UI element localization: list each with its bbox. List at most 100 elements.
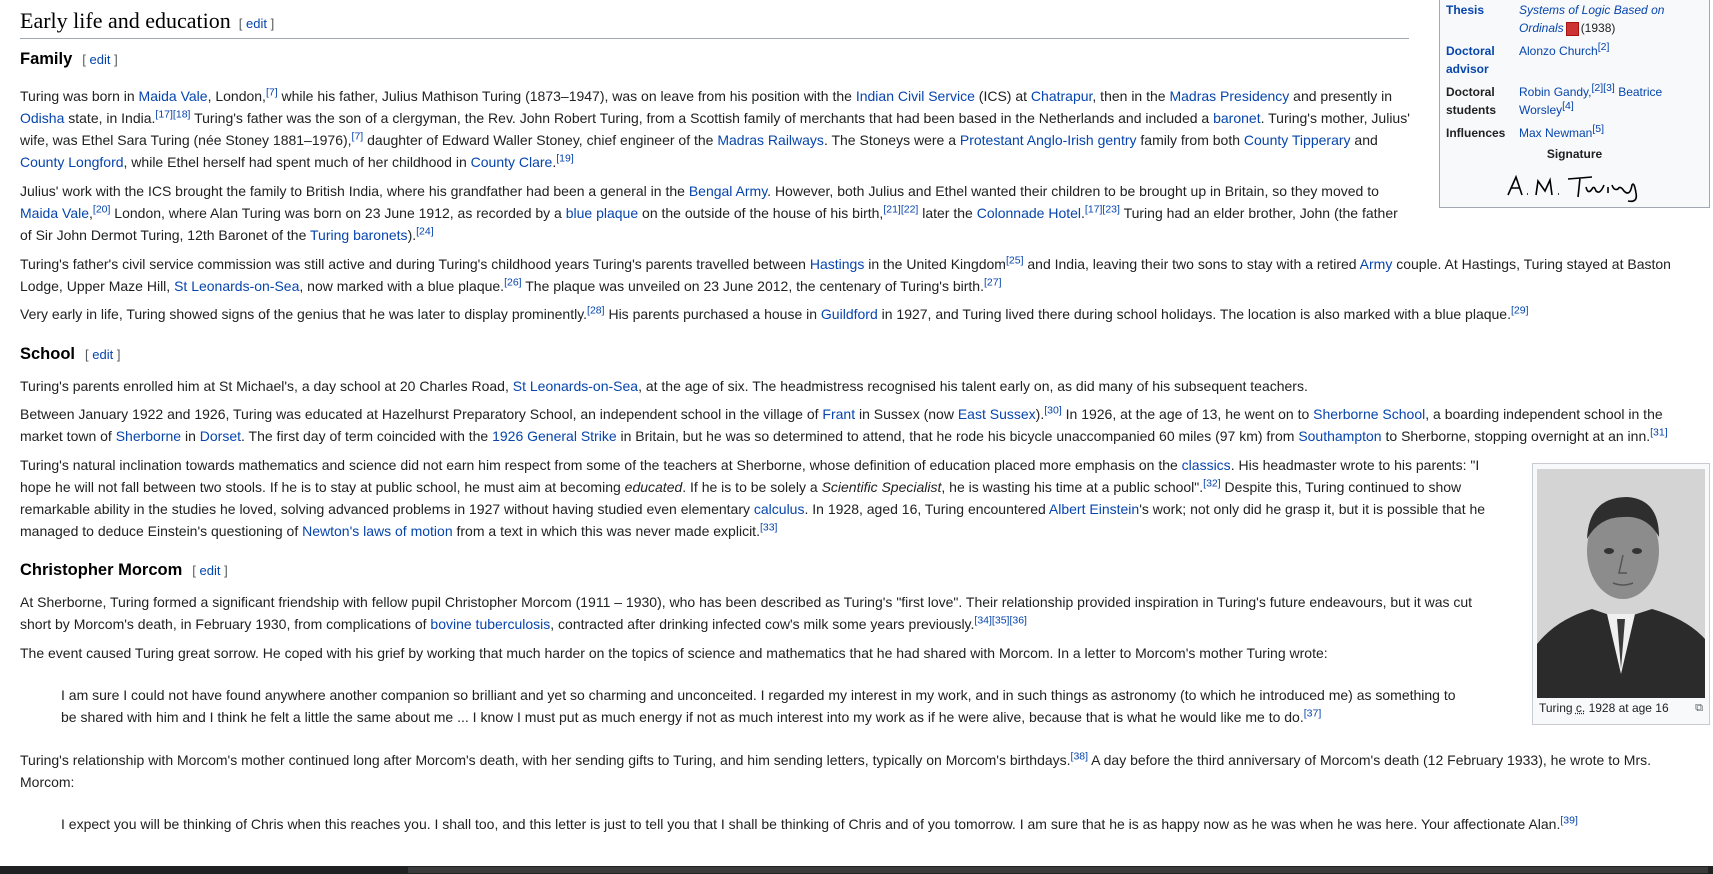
scrollbar-thumb[interactable] (408, 867, 1708, 873)
wiki-link[interactable]: baronet (1213, 110, 1260, 126)
citation-ref[interactable]: [24] (416, 225, 434, 237)
edit-school-link[interactable]: edit (92, 347, 113, 362)
infobox-influences-label: Influences (1446, 126, 1506, 140)
wiki-link[interactable]: Sherborne School (1313, 406, 1425, 422)
text-run: . The first day of term coincided with t… (241, 428, 493, 444)
wiki-link[interactable]: Maida Vale (139, 88, 208, 104)
citation-ref[interactable]: [34][35][36] (974, 614, 1027, 626)
text-run: from a text in which this was never made… (452, 523, 760, 539)
student-gandy-link[interactable]: Robin Gandy, (1519, 85, 1592, 99)
text-run: in 1927, and Turing lived there during s… (877, 306, 1511, 322)
citation-ref[interactable]: [38] (1071, 750, 1089, 762)
wiki-link[interactable]: Southampton (1298, 428, 1381, 444)
wiki-link[interactable]: Frant (822, 406, 855, 422)
portrait-image[interactable] (1537, 469, 1705, 698)
citation-ref[interactable]: [29] (1511, 304, 1529, 316)
text-run: daughter of Edward Waller Stoney, chief … (363, 132, 718, 148)
citation-ref[interactable]: [37] (1304, 707, 1322, 719)
advisor-ref[interactable]: [2] (1598, 41, 1610, 53)
wiki-link[interactable]: calculus (754, 501, 805, 517)
text-run: to Sherborne, stopping overnight at an i… (1381, 428, 1651, 444)
wiki-link[interactable]: St Leonards-on-Sea (174, 278, 299, 294)
wiki-link[interactable]: East Sussex (958, 406, 1036, 422)
school-paragraph-1: Turing's parents enrolled him at St Mich… (20, 375, 1700, 397)
citation-ref[interactable]: [27] (984, 276, 1002, 288)
wiki-link[interactable]: Odisha (20, 110, 64, 126)
wiki-link[interactable]: Dorset (200, 428, 241, 444)
citation-ref[interactable]: [28] (587, 304, 605, 316)
wiki-link[interactable]: Sherborne (116, 428, 181, 444)
wiki-link[interactable]: Army (1360, 256, 1393, 272)
citation-ref[interactable]: [30] (1044, 404, 1062, 416)
quote-1: I am sure I could not have found anywher… (61, 684, 1471, 728)
wiki-link[interactable]: County Clare (471, 154, 553, 170)
morcom-paragraph-1: At Sherborne, Turing formed a significan… (20, 591, 1500, 635)
horizontal-scrollbar[interactable] (0, 866, 1713, 874)
wiki-link[interactable]: Guildford (821, 306, 878, 322)
influence-link[interactable]: Max Newman (1519, 126, 1592, 140)
edit-family-link[interactable]: edit (90, 52, 111, 67)
citation-ref[interactable]: [31] (1650, 426, 1668, 438)
wiki-link[interactable]: Hastings (810, 256, 864, 272)
citation-ref[interactable]: [26] (504, 276, 522, 288)
text-run: and (1350, 132, 1378, 148)
school-heading: School[ edit ] (20, 345, 121, 363)
student1-ref[interactable]: [2][3] (1592, 82, 1615, 94)
wiki-link[interactable]: Colonnade Hotel (977, 205, 1081, 221)
wiki-link[interactable]: Indian Civil Service (856, 88, 975, 104)
wiki-link[interactable]: County Tipperary (1244, 132, 1351, 148)
infobox-advisor-label[interactable]: Doctoral advisor (1446, 42, 1519, 78)
text-run: . In 1928, aged 16, Turing encountered (804, 501, 1049, 517)
advisor-link[interactable]: Alonzo Church (1519, 44, 1598, 58)
morcom-paragraph-2: The event caused Turing great sorrow. He… (20, 642, 1500, 664)
family-title: Family (20, 50, 73, 68)
text-run: I am sure I could not have found anywher… (61, 687, 1456, 725)
wiki-link[interactable]: St Leonards-on-Sea (513, 378, 638, 394)
wiki-link[interactable]: Protestant Anglo-Irish gentry (960, 132, 1137, 148)
edit-section-link[interactable]: edit (246, 16, 267, 31)
wiki-link[interactable]: Chatrapur (1031, 88, 1092, 104)
wiki-link[interactable]: Maida Vale (20, 205, 89, 221)
text-run: in Sussex (now (855, 406, 958, 422)
text-run: Turing's father's civil service commissi… (20, 256, 810, 272)
wiki-link[interactable]: bovine tuberculosis (430, 616, 550, 632)
italic-text: educated (624, 479, 683, 495)
citation-ref[interactable]: [25] (1006, 254, 1024, 266)
influence-ref[interactable]: [5] (1592, 123, 1604, 135)
citation-ref[interactable]: [17][18] (155, 108, 190, 120)
citation-ref[interactable]: [19] (556, 152, 574, 164)
text-run: , while Ethel herself had spent much of … (123, 154, 471, 170)
circa-abbr[interactable]: c. (1576, 701, 1585, 715)
citation-ref[interactable]: [21][22] (883, 203, 918, 215)
citation-ref[interactable]: [7] (352, 130, 364, 142)
text-run: . However, both Julius and Ethel wanted … (767, 183, 1379, 199)
citation-ref[interactable]: [20] (93, 203, 111, 215)
text-run: (ICS) at (974, 88, 1031, 104)
text-run: in Britain, but he was so determined to … (616, 428, 1299, 444)
wiki-link[interactable]: Newton's laws of motion (302, 523, 453, 539)
citation-ref[interactable]: [33] (760, 521, 778, 533)
edit-morcom-link[interactable]: edit (200, 563, 221, 578)
wiki-link[interactable]: Turing baronets (310, 227, 408, 243)
family-paragraph-3: Turing's father's civil service commissi… (20, 253, 1700, 297)
wiki-link[interactable]: classics (1182, 457, 1231, 473)
wiki-link[interactable]: Madras Presidency (1169, 88, 1289, 104)
wiki-link[interactable]: Albert Einstein (1049, 501, 1139, 517)
text-run: Turing's father was the son of a clergym… (190, 110, 1214, 126)
citation-ref[interactable]: [32] (1203, 477, 1221, 489)
infobox-thesis-label[interactable]: Thesis (1446, 1, 1519, 37)
text-run: later the (918, 205, 977, 221)
wiki-link[interactable]: Madras Railways (717, 132, 824, 148)
wiki-link[interactable]: 1926 General Strike (492, 428, 617, 444)
text-run: family from both (1136, 132, 1244, 148)
wiki-link[interactable]: blue plaque (566, 205, 638, 221)
wiki-link[interactable]: County Longford (20, 154, 124, 170)
school-paragraph-2: Between January 1922 and 1926, Turing wa… (20, 403, 1700, 447)
enlarge-icon[interactable]: ⧉ (1695, 702, 1703, 715)
wiki-link[interactable]: Bengal Army (689, 183, 767, 199)
citation-ref[interactable]: [7] (266, 86, 278, 98)
citation-ref[interactable]: [39] (1560, 814, 1578, 826)
citation-ref[interactable]: [17][23] (1085, 203, 1120, 215)
text-run: and presently in (1289, 88, 1393, 104)
student2-ref[interactable]: [4] (1562, 100, 1574, 112)
